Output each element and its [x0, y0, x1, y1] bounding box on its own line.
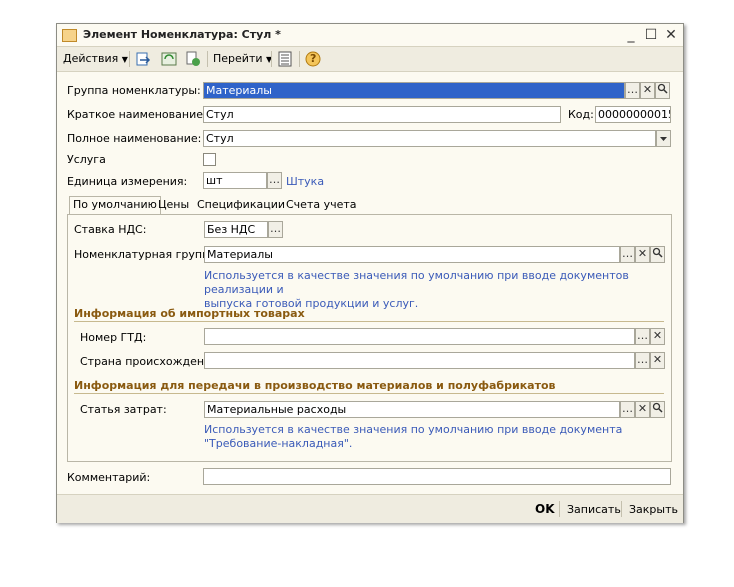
toolbar: Действия ▼ Перейти ▼ ? — [57, 46, 683, 72]
button-separator — [621, 501, 622, 517]
cost-item-clear-icon[interactable]: ✕ — [635, 401, 650, 418]
button-separator — [559, 501, 560, 517]
code-field[interactable]: 00000000015 — [595, 106, 671, 123]
group-open-search-icon[interactable] — [655, 82, 670, 99]
production-section-title: Информация для передачи в производство м… — [74, 379, 556, 392]
unit-link[interactable]: Штука — [286, 175, 324, 188]
unit-select-button[interactable]: … — [267, 172, 282, 189]
tab-accounts[interactable]: Счета учета — [283, 197, 360, 215]
goto-label: Перейти — [213, 52, 263, 65]
nom-group-label: Номенклатурная группа: — [74, 248, 220, 261]
short-name-label: Краткое наименование: — [67, 108, 207, 121]
form-window: Элемент Номенклатура: Стул * _ ☐ ✕ Дейст… — [56, 23, 684, 523]
country-field[interactable] — [204, 352, 635, 369]
toolbar-separator — [299, 51, 300, 67]
comment-field[interactable] — [203, 468, 671, 485]
gtd-select-button[interactable]: … — [635, 328, 650, 345]
country-clear-icon[interactable]: ✕ — [650, 352, 665, 369]
nom-group-search-icon[interactable] — [650, 246, 665, 263]
full-name-dropdown-button[interactable] — [656, 130, 671, 147]
country-select-button[interactable]: … — [635, 352, 650, 369]
short-name-field[interactable]: Стул — [203, 106, 561, 123]
toolbar-separator — [129, 51, 130, 67]
service-checkbox[interactable] — [203, 153, 216, 166]
toolbar-separator — [271, 51, 272, 67]
tab-panel-defaults: Ставка НДС: Без НДС … Номенклатурная гру… — [67, 214, 672, 462]
cost-hint-line-2: "Требование-накладная". — [204, 437, 353, 450]
tab-defaults[interactable]: По умолчанию — [69, 196, 161, 215]
save-button[interactable]: Записать — [567, 503, 621, 516]
tab-prices[interactable]: Цены — [155, 197, 192, 215]
close-button[interactable]: Закрыть — [629, 503, 678, 516]
section-divider — [74, 321, 664, 322]
goto-menu[interactable]: Перейти ▼ — [213, 52, 272, 65]
refresh-icon[interactable] — [161, 51, 177, 67]
vat-label: Ставка НДС: — [74, 223, 147, 236]
dropdown-arrow-icon: ▼ — [121, 55, 128, 64]
cost-item-select-button[interactable]: … — [620, 401, 635, 418]
minimize-button[interactable]: _ — [623, 27, 639, 43]
vat-field[interactable]: Без НДС — [204, 221, 268, 238]
cost-item-hint: Используется в качестве значения по умол… — [204, 423, 622, 451]
group-field[interactable]: Материалы — [203, 82, 625, 99]
group-label: Группа номенклатуры: — [67, 84, 201, 97]
gtd-clear-icon[interactable]: ✕ — [650, 328, 665, 345]
unit-field[interactable]: шт — [203, 172, 267, 189]
nom-group-clear-icon[interactable]: ✕ — [635, 246, 650, 263]
help-button[interactable]: ? — [305, 51, 321, 67]
cost-item-label: Статья затрат: — [80, 403, 167, 416]
copy-document-icon[interactable] — [185, 51, 201, 67]
full-name-field[interactable]: Стул — [203, 130, 656, 147]
cost-hint-line-1: Используется в качестве значения по умол… — [204, 423, 623, 436]
code-label: Код: — [568, 108, 594, 121]
cost-item-field[interactable]: Материальные расходы — [204, 401, 620, 418]
actions-menu[interactable]: Действия ▼ — [63, 52, 128, 65]
structure-icon[interactable] — [277, 51, 293, 67]
actions-label: Действия — [63, 52, 119, 65]
toolbar-separator — [207, 51, 208, 67]
window-title: Элемент Номенклатура: Стул * — [83, 28, 281, 41]
catalog-icon — [62, 29, 77, 42]
bottom-bar: OK Записать Закрыть — [57, 494, 683, 523]
unit-label: Единица измерения: — [67, 175, 188, 188]
gtd-field[interactable] — [204, 328, 635, 345]
gtd-label: Номер ГТД: — [80, 331, 147, 344]
cost-item-search-icon[interactable] — [650, 401, 665, 418]
nom-group-hint: Используется в качестве значения по умол… — [204, 269, 671, 311]
nom-group-hint-line-1: Используется в качестве значения по умол… — [204, 269, 629, 296]
import-section-title: Информация об импортных товарах — [74, 307, 305, 320]
comment-label: Комментарий: — [67, 471, 151, 484]
help-icon: ? — [310, 52, 317, 65]
nom-group-field[interactable]: Материалы — [204, 246, 620, 263]
tab-specifications[interactable]: Спецификации — [194, 197, 288, 215]
section-divider — [74, 393, 664, 394]
group-select-button[interactable]: … — [625, 82, 640, 99]
save-and-close-icon[interactable] — [135, 51, 151, 67]
nom-group-select-button[interactable]: … — [620, 246, 635, 263]
maximize-button[interactable]: ☐ — [643, 27, 659, 43]
title-bar: Элемент Номенклатура: Стул * _ ☐ ✕ — [57, 24, 683, 46]
ok-button[interactable]: OK — [535, 502, 555, 516]
country-label: Страна происхождения: — [80, 355, 222, 368]
close-window-button[interactable]: ✕ — [663, 27, 679, 43]
full-name-label: Полное наименование: — [67, 132, 202, 145]
service-label: Услуга — [67, 153, 106, 166]
group-clear-icon[interactable]: ✕ — [640, 82, 655, 99]
vat-select-button[interactable]: … — [268, 221, 283, 238]
